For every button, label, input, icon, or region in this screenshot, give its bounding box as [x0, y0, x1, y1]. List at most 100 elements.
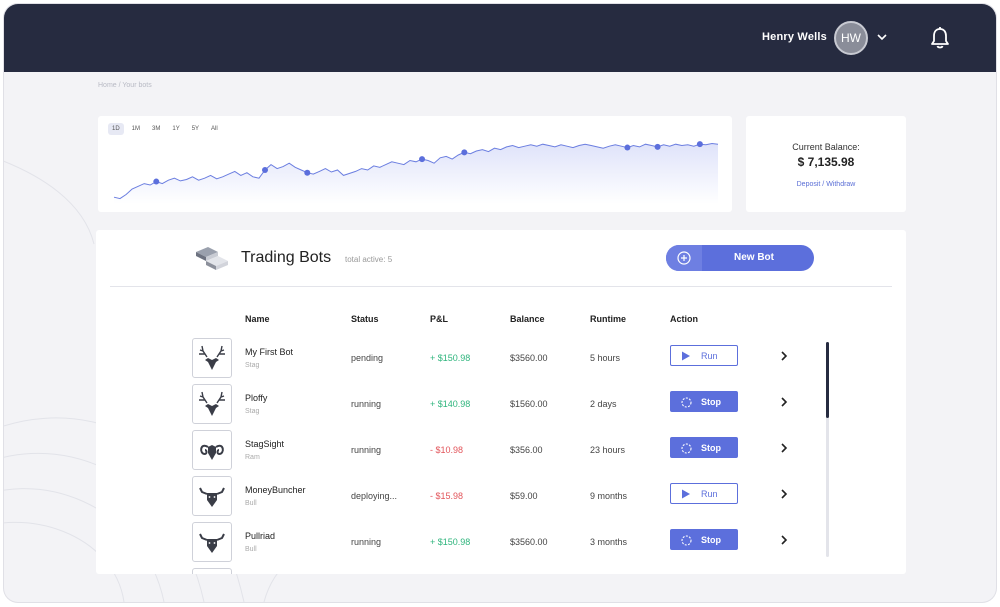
total-active-count: total active: 5 [345, 255, 393, 264]
bot-balance: $59.00 [510, 491, 538, 501]
bot-name[interactable]: Pullriad [245, 531, 275, 541]
bot-name[interactable]: Ploffy [245, 393, 267, 403]
bot-pnl: - $15.98 [430, 491, 464, 501]
table-row[interactable]: My First Bot Stag pending + $150.98 $356… [96, 338, 906, 384]
action-label: Run [701, 489, 718, 499]
stag-icon [192, 384, 232, 424]
trading-bots-title: Trading Bots [241, 249, 332, 266]
chevron-down-icon[interactable] [876, 32, 888, 42]
deposit-withdraw-link[interactable]: Deposit / Withdraw [746, 181, 906, 188]
new-bot-button[interactable]: New Bot [666, 245, 814, 271]
run-button[interactable]: Run [670, 345, 738, 366]
bot-name[interactable]: My First Bot [245, 347, 293, 357]
chevron-right-icon[interactable] [778, 534, 790, 546]
bot-runtime: 2 days [590, 399, 617, 409]
bot-status: running [351, 537, 382, 547]
column-header-name[interactable]: Name [245, 314, 270, 324]
bot-name[interactable]: StagSight [245, 439, 284, 449]
bot-runtime: 5 hours [590, 353, 621, 363]
table-row[interactable]: StagSight Ram running - $10.98 $356.00 2… [96, 430, 906, 476]
bot-balance: $356.00 [510, 445, 543, 455]
header-divider [110, 286, 892, 287]
chart-point[interactable] [304, 169, 311, 176]
bot-balance: $3560.00 [510, 353, 548, 363]
bot-balance: $1560.00 [510, 399, 548, 409]
plus-circle-icon [666, 245, 702, 271]
action-label: Stop [701, 443, 721, 453]
chart-point[interactable] [461, 149, 468, 156]
bull-icon [192, 522, 232, 562]
play-icon [682, 351, 690, 361]
chart-point[interactable] [419, 156, 426, 163]
bot-pnl: + $140.98 [430, 399, 471, 409]
spinner-icon [681, 535, 692, 546]
bot-pnl: - $10.98 [430, 445, 464, 455]
avatar-initials: HW [841, 31, 861, 45]
action-label: Stop [701, 535, 721, 545]
bot-balance: $3560.00 [510, 537, 548, 547]
run-button[interactable]: Run [670, 483, 738, 504]
new-bot-label: New Bot [734, 252, 774, 263]
table-row[interactable] [96, 568, 906, 574]
bot-type: Bull [245, 546, 257, 553]
bot-status: running [351, 445, 382, 455]
chart-point[interactable] [696, 141, 703, 148]
breadcrumb[interactable]: Home / Your bots [98, 82, 152, 89]
bot-type: Ram [245, 454, 260, 461]
chart-area-fill [114, 143, 718, 204]
bot-pnl: + $150.98 [430, 353, 471, 363]
chart-point[interactable] [654, 143, 661, 150]
bot-name[interactable]: MoneyBuncher [245, 485, 306, 495]
balance-value: $ 7,135.98 [797, 155, 855, 169]
bot-runtime: 23 hours [590, 445, 626, 455]
chart-point[interactable] [153, 178, 160, 185]
balance-area-chart[interactable] [98, 116, 732, 212]
chevron-right-icon[interactable] [778, 350, 790, 362]
column-header-runtime[interactable]: Runtime [590, 314, 626, 324]
bot-status: pending [351, 353, 384, 363]
spinner-icon [681, 443, 692, 454]
table-row[interactable]: Pullriad Bull running + $150.98 $3560.00… [96, 522, 906, 568]
stop-button[interactable]: Stop [670, 391, 738, 412]
bot-type: Stag [245, 362, 260, 369]
bot-runtime: 9 months [590, 491, 628, 501]
balance-label: Current Balance: [792, 142, 860, 152]
action-label: Stop [701, 397, 721, 407]
trading-bots-logo-icon [196, 247, 228, 270]
chevron-right-icon[interactable] [778, 396, 790, 408]
ram-icon [192, 430, 232, 470]
balance-chart-card: 1D 1M 3M 1Y 5Y All [98, 116, 732, 212]
column-header-balance[interactable]: Balance [510, 314, 545, 324]
scrollbar-thumb[interactable] [826, 342, 829, 418]
bot-status: deploying... [351, 491, 398, 501]
bot-status: running [351, 399, 382, 409]
chart-point[interactable] [262, 167, 268, 173]
column-header-status[interactable]: Status [351, 314, 379, 324]
bot-type: Stag [245, 408, 260, 415]
avatar[interactable]: HW [834, 21, 868, 55]
top-bar: Henry Wells HW [4, 4, 996, 72]
column-header-pnl[interactable]: P&L [430, 314, 448, 324]
app-frame: Henry Wells HW Home / Your bots 1D 1M 3M… [4, 4, 996, 602]
trading-bots-card: Trading Bots total active: 5 New Bot Nam… [96, 230, 906, 574]
stag-icon [192, 338, 232, 378]
bull-icon [192, 476, 232, 516]
stop-button[interactable]: Stop [670, 437, 738, 458]
ram-icon [192, 568, 232, 574]
table-row[interactable]: MoneyBuncher Bull deploying... - $15.98 … [96, 476, 906, 522]
chart-point[interactable] [624, 144, 631, 151]
bot-type: Bull [245, 500, 257, 507]
stop-button[interactable]: Stop [670, 529, 738, 550]
bot-runtime: 3 months [590, 537, 628, 547]
chevron-right-icon[interactable] [778, 442, 790, 454]
spinner-icon [681, 397, 692, 408]
chevron-right-icon[interactable] [778, 488, 790, 500]
table-row[interactable]: Ploffy Stag running + $140.98 $1560.00 2… [96, 384, 906, 430]
play-icon [682, 489, 690, 499]
current-balance-card: Current Balance: $ 7,135.98 Deposit / Wi… [746, 116, 906, 212]
bell-icon[interactable] [929, 26, 951, 50]
action-label: Run [701, 351, 718, 361]
column-header-action: Action [670, 314, 698, 324]
bot-pnl: + $150.98 [430, 537, 471, 547]
user-name[interactable]: Henry Wells [762, 31, 827, 43]
